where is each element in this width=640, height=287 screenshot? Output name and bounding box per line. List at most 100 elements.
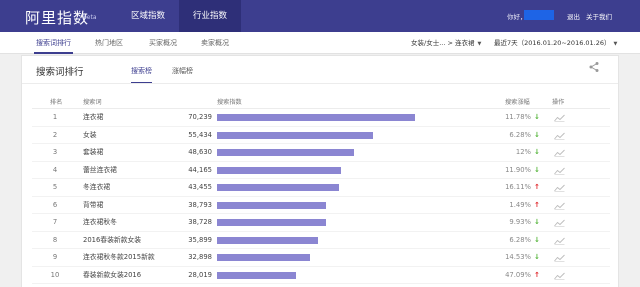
index-value-cell: 43,455	[188, 183, 212, 191]
share-icon[interactable]	[588, 61, 600, 73]
tab-rise-list[interactable]: 涨幅榜	[172, 66, 193, 82]
index-bar	[217, 114, 415, 121]
arrow-down-icon: ↓	[534, 253, 540, 261]
category-filter-label: 女装/女士... > 连衣裙	[411, 39, 475, 47]
arrow-down-icon: ↓	[534, 165, 540, 174]
keyword-cell[interactable]: 2016春装新款女装	[83, 232, 141, 250]
column-header-change: 搜索涨幅	[505, 99, 530, 106]
trend-chart-icon[interactable]	[554, 132, 565, 140]
index-bar	[217, 184, 339, 191]
tab-search-ranking[interactable]: 搜索词排行	[34, 32, 73, 54]
date-filter-label: 最近7天（2016.01.20~2016.01.26）	[494, 39, 611, 47]
index-bar	[217, 236, 318, 244]
logout-link[interactable]: 退出	[567, 11, 580, 21]
rank-cell: 3	[52, 148, 58, 156]
tab-hot-regions[interactable]: 热门地区	[95, 32, 123, 54]
change-cell: 11.78%	[505, 113, 531, 121]
app-logo[interactable]: 阿里指数	[25, 7, 89, 28]
rank-cell: 4	[52, 165, 58, 174]
index-bar	[217, 201, 326, 209]
table-row: 6 背带裙 38,793 1.49% ↑	[32, 197, 610, 215]
change-cell: 11.90%	[505, 165, 531, 174]
rank-cell: 1	[52, 113, 58, 121]
column-header-rank: 排名	[50, 99, 63, 106]
rank-cell: 9	[52, 253, 58, 261]
beta-badge: beta	[83, 14, 97, 21]
index-bar	[217, 254, 310, 261]
trend-chart-icon[interactable]	[554, 184, 565, 192]
index-value-cell: 32,898	[188, 253, 212, 261]
about-link[interactable]: 关于我们	[586, 11, 612, 21]
index-bar	[217, 166, 341, 174]
column-header-search-index: 搜索指数	[217, 99, 242, 106]
keyword-cell[interactable]: 冬连衣裙	[83, 179, 110, 197]
change-cell: 6.28%	[509, 235, 531, 244]
index-value-cell: 38,728	[188, 218, 212, 226]
rank-cell: 2	[52, 130, 58, 139]
table-row: 2 女装 55,434 6.28% ↓	[32, 127, 610, 145]
nav-industry-index[interactable]: 行业指数	[179, 0, 241, 32]
table-row: 4 蕾丝连衣裙 44,165 11.90% ↓	[32, 162, 610, 180]
change-cell: 12%	[515, 148, 531, 156]
table-row: 8 2016春装新款女装 35,899 6.28% ↓	[32, 232, 610, 250]
trend-chart-icon[interactable]	[554, 149, 565, 157]
divider	[22, 83, 618, 84]
category-filter[interactable]: 女装/女士... > 连衣裙 ▼	[411, 32, 481, 54]
trend-chart-icon[interactable]	[554, 114, 565, 122]
username[interactable]	[524, 10, 554, 20]
rank-cell: 5	[52, 183, 58, 191]
nav-region-index[interactable]: 区域指数	[117, 0, 179, 32]
arrow-up-icon: ↑	[534, 200, 540, 209]
keyword-cell[interactable]: 连衣裙秋冬款2015新款	[83, 249, 155, 267]
chevron-down-icon: ▼	[477, 41, 482, 47]
tab-buyer-overview[interactable]: 买家概况	[149, 32, 177, 54]
change-cell: 47.09%	[505, 270, 531, 279]
index-bar	[217, 219, 326, 226]
keyword-cell[interactable]: 连衣裙秋冬	[83, 214, 117, 232]
rank-cell: 7	[52, 218, 58, 226]
trend-chart-icon[interactable]	[554, 202, 565, 210]
card-title: 搜索词排行	[36, 67, 84, 78]
search-ranking-card: 搜索词排行 搜索榜 涨幅榜 排名 搜索词 搜索指数 搜索涨幅 操作 1 连衣裙 70…	[21, 55, 619, 287]
table-row: 10 春装新款女装2016 28,019 47.09% ↑	[32, 267, 610, 285]
table-row: 1 连衣裙 70,239 11.78% ↓	[32, 109, 610, 127]
index-value-cell: 44,165	[188, 165, 212, 174]
keyword-cell[interactable]: 套装裙	[83, 144, 103, 162]
arrow-down-icon: ↓	[534, 113, 540, 121]
trend-chart-icon[interactable]	[554, 254, 565, 262]
rank-cell: 10	[50, 270, 60, 279]
tab-seller-overview[interactable]: 卖家概况	[201, 32, 229, 54]
keyword-cell[interactable]: 背带裙	[83, 197, 103, 215]
index-value-cell: 55,434	[188, 130, 212, 139]
rank-cell: 6	[52, 200, 58, 209]
table-row: 9 连衣裙秋冬款2015新款 32,898 14.53% ↓	[32, 249, 610, 267]
trend-chart-icon[interactable]	[554, 219, 565, 227]
table-row: 7 连衣裙秋冬 38,728 9.93% ↓	[32, 214, 610, 232]
arrow-down-icon: ↓	[534, 130, 540, 139]
arrow-up-icon: ↑	[534, 270, 540, 279]
index-value-cell: 35,899	[188, 235, 212, 244]
keyword-cell[interactable]: 连衣裙	[83, 109, 103, 127]
arrow-down-icon: ↓	[534, 235, 540, 244]
keyword-cell[interactable]: 春装新款女装2016	[83, 267, 141, 285]
change-cell: 1.49%	[509, 200, 531, 209]
rank-cell: 8	[52, 235, 58, 244]
tab-search-list[interactable]: 搜索榜	[131, 66, 152, 84]
index-value-cell: 48,630	[188, 148, 212, 156]
sub-nav: 搜索词排行 热门地区 买家概况 卖家概况 女装/女士... > 连衣裙 ▼ 最近7…	[0, 32, 640, 54]
keyword-cell[interactable]: 蕾丝连衣裙	[83, 162, 117, 180]
date-filter[interactable]: 最近7天（2016.01.20~2016.01.26） ▼	[494, 32, 617, 54]
trend-chart-icon[interactable]	[554, 167, 565, 175]
index-value-cell: 38,793	[188, 200, 212, 209]
arrow-up-icon: ↑	[534, 183, 540, 191]
arrow-down-icon: ↓	[534, 218, 540, 226]
table-row: 3 套装裙 48,630 12% ↓	[32, 144, 610, 162]
change-cell: 9.93%	[509, 218, 531, 226]
arrow-down-icon: ↓	[534, 148, 540, 156]
top-bar: 阿里指数 beta 区域指数 行业指数 你好， 退出 关于我们	[0, 0, 640, 32]
index-value-cell: 28,019	[188, 270, 212, 279]
trend-chart-icon[interactable]	[554, 272, 565, 280]
trend-chart-icon[interactable]	[554, 237, 565, 245]
chevron-down-icon: ▼	[613, 41, 618, 47]
keyword-cell[interactable]: 女装	[83, 127, 97, 145]
